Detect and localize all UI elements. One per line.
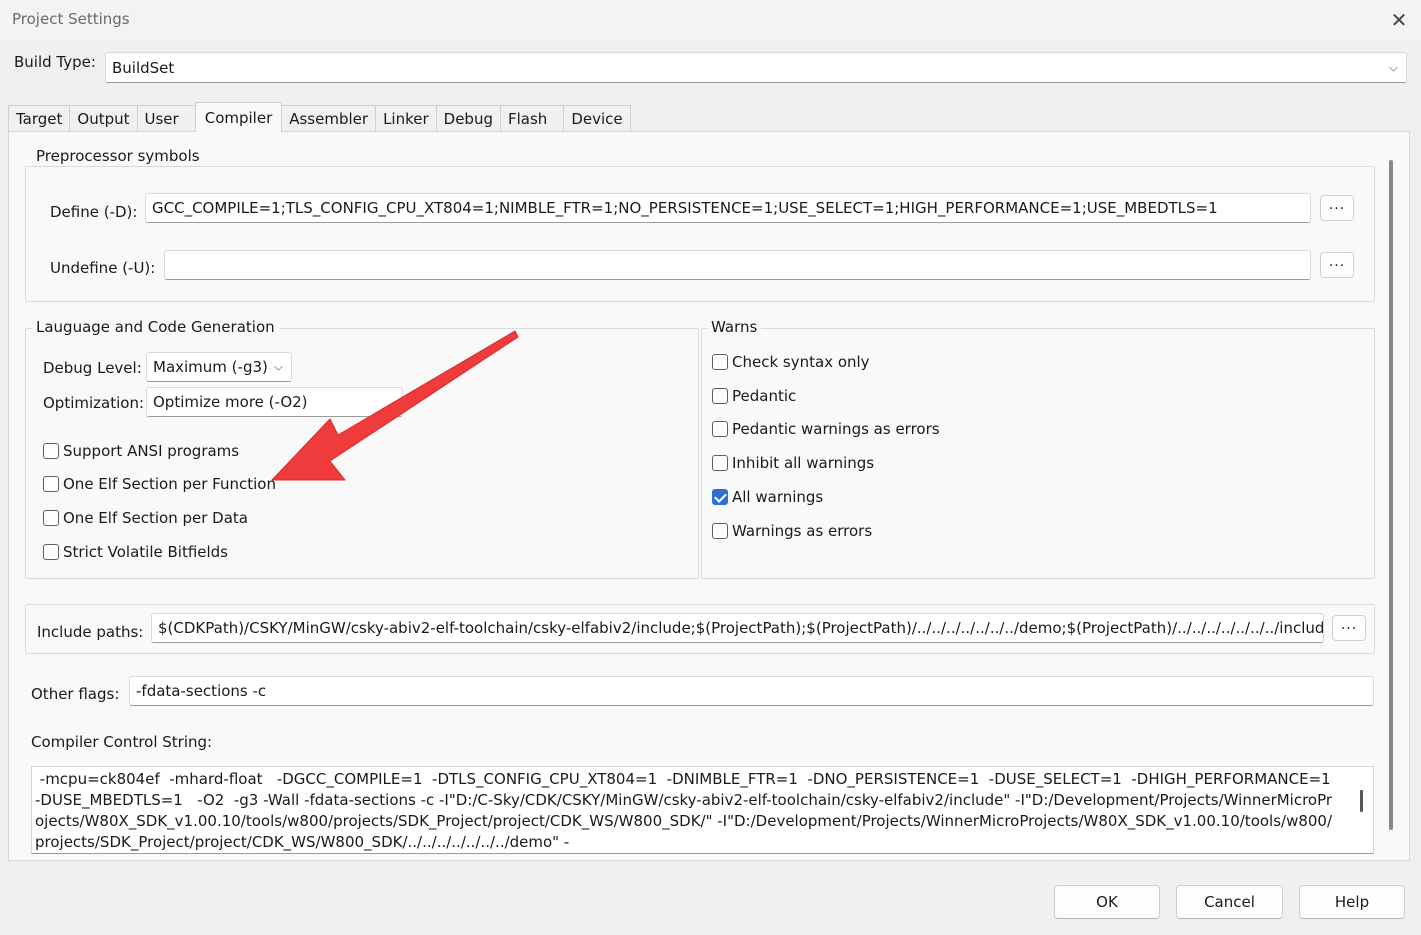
- checkbox-checked[interactable]: [712, 489, 728, 505]
- tab-user[interactable]: User: [136, 105, 196, 132]
- tab-assembler[interactable]: Assembler: [281, 105, 377, 132]
- control-string-label: Compiler Control String:: [31, 733, 213, 751]
- optimization-label: Optimization:: [43, 394, 145, 412]
- option-label: Pedantic: [732, 387, 797, 405]
- ok-button[interactable]: OK: [1054, 885, 1160, 919]
- tab-debug[interactable]: Debug: [435, 105, 501, 132]
- option-label: One Elf Section per Function: [63, 475, 276, 493]
- tab-compiler[interactable]: Compiler: [194, 102, 283, 132]
- window-title: Project Settings: [12, 10, 130, 28]
- option-elf-section-function[interactable]: One Elf Section per Function: [43, 475, 276, 493]
- option-strict-volatile[interactable]: Strict Volatile Bitfields: [43, 543, 228, 561]
- include-paths-label: Include paths:: [37, 623, 144, 641]
- checkbox[interactable]: [712, 354, 728, 370]
- preprocessor-group: [25, 166, 1375, 302]
- checkbox[interactable]: [712, 523, 728, 539]
- option-support-ansi[interactable]: Support ANSI programs: [43, 442, 239, 460]
- tab-device[interactable]: Device: [563, 105, 631, 132]
- undefine-input[interactable]: [164, 250, 1311, 280]
- warn-as-errors[interactable]: Warnings as errors: [712, 522, 872, 540]
- control-string-scrollbar[interactable]: [1360, 790, 1363, 812]
- build-type-value: BuildSet: [112, 58, 175, 77]
- define-label: Define (-D):: [50, 203, 138, 221]
- panel-scrollbar[interactable]: [1389, 160, 1393, 830]
- tab-linker[interactable]: Linker: [375, 105, 437, 132]
- control-string-textarea[interactable]: -mcpu=ck804ef -mhard-float -DGCC_COMPILE…: [31, 766, 1374, 854]
- warn-pedantic[interactable]: Pedantic: [712, 387, 796, 405]
- chevron-down-icon: ⌵: [1388, 60, 1398, 74]
- checkbox[interactable]: [43, 544, 59, 560]
- option-label: Pedantic warnings as errors: [732, 420, 940, 438]
- option-label: All warnings: [732, 488, 824, 506]
- tab-flash[interactable]: Flash: [500, 105, 565, 132]
- tab-strip: Target Output User Compiler Assembler Li…: [8, 102, 631, 132]
- warns-title: Warns: [707, 318, 762, 336]
- option-label: Check syntax only: [732, 353, 870, 371]
- option-label: Warnings as errors: [732, 522, 873, 540]
- checkbox[interactable]: [712, 421, 728, 437]
- tab-output[interactable]: Output: [69, 105, 138, 132]
- other-flags-label: Other flags:: [31, 685, 120, 703]
- tab-target[interactable]: Target: [8, 105, 71, 132]
- option-label: Support ANSI programs: [63, 442, 240, 460]
- checkbox[interactable]: [43, 443, 59, 459]
- help-button[interactable]: Help: [1299, 885, 1405, 919]
- build-type-label: Build Type:: [14, 53, 96, 71]
- checkbox[interactable]: [43, 476, 59, 492]
- option-label: Strict Volatile Bitfields: [63, 543, 228, 561]
- title-bar: Project Settings ✕: [0, 0, 1421, 40]
- warn-all-warnings[interactable]: All warnings: [712, 488, 823, 506]
- define-input[interactable]: GCC_COMPILE=1;TLS_CONFIG_CPU_XT804=1;NIM…: [145, 193, 1311, 223]
- warn-pedantic-errors[interactable]: Pedantic warnings as errors: [712, 420, 940, 438]
- include-paths-input[interactable]: $(CDKPath)/CSKY/MinGW/csky-abiv2-elf-too…: [151, 613, 1324, 643]
- other-flags-input[interactable]: -fdata-sections -c: [129, 676, 1374, 706]
- option-label: One Elf Section per Data: [63, 509, 249, 527]
- undefine-browse-button[interactable]: ...: [1320, 252, 1354, 278]
- close-icon[interactable]: ✕: [1386, 8, 1412, 34]
- build-type-select[interactable]: BuildSet ⌵: [105, 52, 1407, 83]
- debug-level-label: Debug Level:: [43, 359, 142, 377]
- checkbox[interactable]: [712, 455, 728, 471]
- red-arrow-annotation: [271, 330, 519, 481]
- option-elf-section-data[interactable]: One Elf Section per Data: [43, 509, 248, 527]
- language-title: Lauguage and Code Generation: [32, 318, 279, 336]
- debug-level-value: Maximum (-g3): [153, 358, 268, 376]
- include-paths-browse-button[interactable]: ...: [1332, 615, 1366, 641]
- warn-inhibit-all[interactable]: Inhibit all warnings: [712, 454, 874, 472]
- define-browse-button[interactable]: ...: [1320, 195, 1354, 221]
- checkbox[interactable]: [712, 388, 728, 404]
- undefine-label: Undefine (-U):: [50, 259, 156, 277]
- control-string-text: -mcpu=ck804ef -mhard-float -DGCC_COMPILE…: [35, 770, 1341, 851]
- preprocessor-title: Preprocessor symbols: [32, 147, 204, 165]
- warn-check-syntax[interactable]: Check syntax only: [712, 353, 870, 371]
- cancel-button[interactable]: Cancel: [1176, 885, 1283, 919]
- option-label: Inhibit all warnings: [732, 454, 875, 472]
- checkbox[interactable]: [43, 510, 59, 526]
